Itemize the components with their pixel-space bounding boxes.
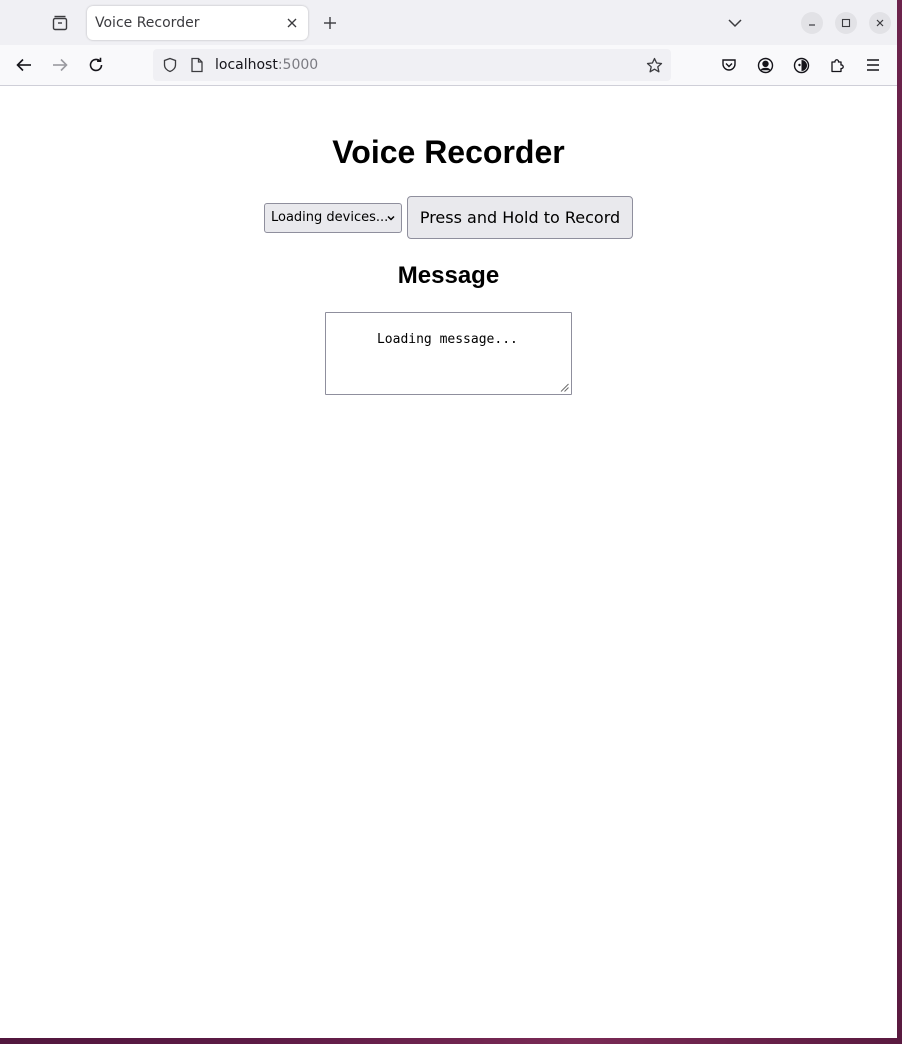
message-textarea[interactable]: Loading message...: [325, 312, 572, 395]
reload-icon[interactable]: [82, 51, 110, 79]
message-heading: Message: [397, 262, 500, 289]
url-port: :5000: [277, 57, 319, 73]
device-select[interactable]: Loading devices...: [264, 203, 402, 233]
chevron-down-icon: [387, 215, 395, 221]
device-select-value: Loading devices...: [271, 210, 389, 225]
tab-bar: Voice Recorder: [0, 0, 897, 45]
firefox-view-icon[interactable]: [46, 9, 74, 37]
extension-ghost-icon[interactable]: [787, 51, 815, 79]
maximize-icon[interactable]: [835, 12, 857, 34]
account-icon[interactable]: [751, 51, 779, 79]
close-tab-icon[interactable]: [282, 13, 302, 33]
bookmark-star-icon[interactable]: [643, 54, 665, 76]
url-host: localhost: [215, 57, 278, 73]
page-info-icon[interactable]: [186, 54, 208, 76]
record-button[interactable]: Press and Hold to Record: [407, 196, 633, 239]
minimize-icon[interactable]: [801, 12, 823, 34]
close-window-icon[interactable]: [869, 12, 891, 34]
pocket-icon[interactable]: [715, 51, 743, 79]
tab-voice-recorder[interactable]: Voice Recorder: [87, 6, 308, 40]
menu-hamburger-icon[interactable]: [859, 51, 887, 79]
browser-window: Voice Recorder localhost:5000 Voice Reco…: [0, 0, 897, 1038]
navigation-bar: localhost:5000: [0, 45, 897, 86]
page-content: Voice Recorder Loading devices... Press …: [0, 86, 897, 1038]
back-icon[interactable]: [10, 51, 38, 79]
list-all-tabs-icon[interactable]: [722, 10, 748, 36]
url-text[interactable]: localhost:5000: [215, 57, 318, 73]
tab-title: Voice Recorder: [95, 15, 200, 31]
forward-icon[interactable]: [46, 51, 74, 79]
page-title: Voice Recorder: [332, 134, 565, 170]
resize-grip-icon[interactable]: [560, 383, 569, 392]
tracking-protection-shield-icon[interactable]: [159, 54, 181, 76]
url-bar[interactable]: localhost:5000: [153, 49, 671, 81]
new-tab-icon[interactable]: [318, 11, 342, 35]
extensions-puzzle-icon[interactable]: [823, 51, 851, 79]
message-text: Loading message...: [376, 332, 518, 347]
